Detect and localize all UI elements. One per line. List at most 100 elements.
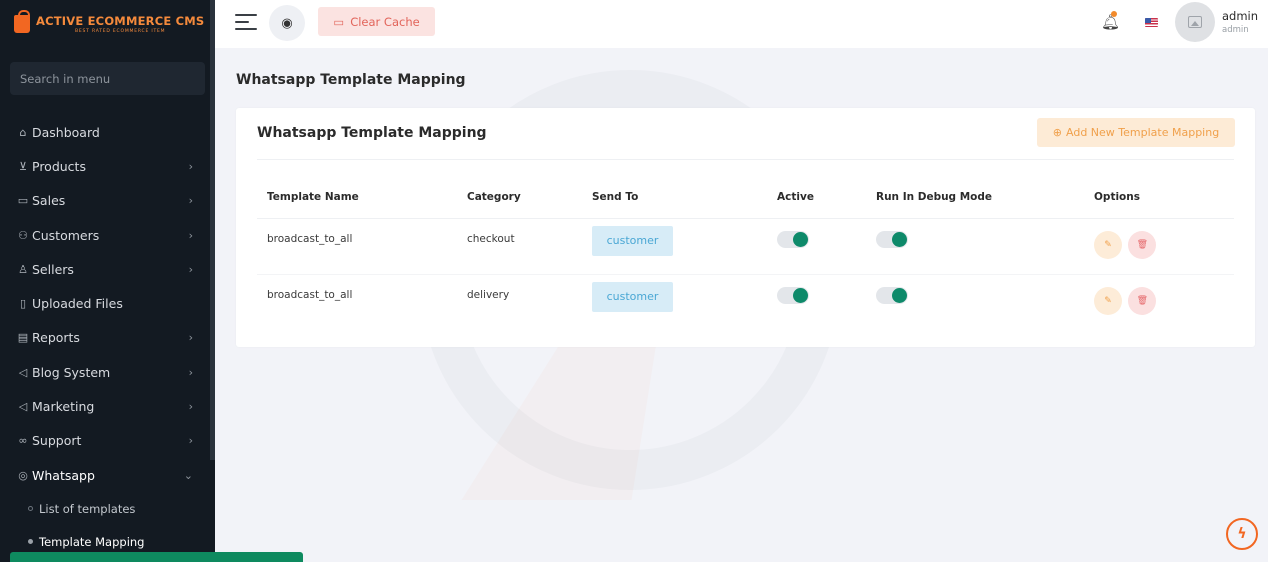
column-header-options: Options [1084, 176, 1234, 219]
debug-mode-toggle[interactable] [876, 286, 908, 304]
column-header-template-name[interactable]: Template Name [257, 176, 457, 219]
clear-cache-button[interactable]: ▭ Clear Cache [318, 7, 435, 36]
sidebar: ACTIVE ECOMMERCE CMS BEST RATED ECOMMERC… [0, 0, 215, 562]
trash-icon[interactable]: 🗑︎ [1128, 230, 1157, 259]
menu-search [10, 62, 205, 95]
clear-cache-label: Clear Cache [350, 14, 420, 29]
cell-category: checkout [457, 218, 582, 275]
chevron-right-icon: › [188, 400, 193, 414]
sidebar-item-support[interactable]: ∞ Support › [0, 424, 215, 458]
table-header-row: Template Name Category Send To Active Ru… [257, 176, 1234, 219]
edit-icon[interactable]: ✎ [1094, 286, 1122, 315]
chevron-right-icon: › [188, 365, 193, 379]
divider [257, 159, 1234, 160]
sidebar-bottom-bar [10, 552, 303, 562]
sidebar-scrollbar[interactable] [210, 0, 215, 460]
whatsapp-icon: ◎ [18, 468, 28, 482]
column-header-active[interactable]: Active [767, 176, 866, 219]
laptop-icon: ▭ [333, 14, 345, 29]
sidebar-item-sales[interactable]: ▭ Sales › [0, 184, 215, 218]
add-template-mapping-button[interactable]: ⊕ Add New Template Mapping [1037, 118, 1235, 147]
bullet-icon [28, 539, 33, 545]
sidebar-item-label: Products [32, 158, 86, 174]
chevron-right-icon: › [188, 159, 193, 173]
cell-active [767, 274, 866, 330]
money-icon: ▭ [17, 194, 29, 208]
sidebar-item-label: Blog System [32, 364, 111, 380]
active-toggle[interactable] [777, 230, 809, 248]
menu-toggle-icon[interactable] [235, 14, 257, 32]
brand[interactable]: ACTIVE ECOMMERCE CMS BEST RATED ECOMMERC… [0, 0, 215, 48]
sidebar-item-label: Uploaded Files [32, 296, 123, 312]
cell-active [767, 218, 866, 275]
active-toggle[interactable] [777, 286, 809, 304]
cell-template-name: broadcast_to_all [267, 288, 353, 301]
debug-mode-toggle[interactable] [876, 230, 908, 248]
add-button-label: Add New Template Mapping [1066, 126, 1220, 139]
sidebar-item-label: Reports [32, 330, 80, 346]
home-icon: ⌂ [19, 125, 27, 139]
sidebar-item-label: Customers [32, 227, 100, 243]
edit-icon[interactable]: ✎ [1094, 230, 1122, 259]
menu-search-input[interactable] [20, 71, 205, 86]
users-icon: ⚇ [18, 228, 28, 242]
notification-dot [1111, 11, 1117, 17]
column-header-category[interactable]: Category [457, 176, 582, 219]
sidebar-item-label: Marketing [32, 399, 95, 415]
column-header-debug-mode[interactable]: Run In Debug Mode [866, 176, 1084, 219]
brand-text: ACTIVE ECOMMERCE CMS BEST RATED ECOMMERC… [36, 14, 204, 34]
table-row: broadcast_to_all delivery customer ✎ 🗑︎ [257, 274, 1234, 330]
template-mapping-table: Template Name Category Send To Active Ru… [257, 176, 1234, 330]
cell-category: delivery [467, 288, 510, 301]
sidebar-item-customers[interactable]: ⚇ Customers › [0, 218, 215, 252]
user-name: admin [1222, 9, 1259, 23]
column-header-send-to[interactable]: Send To [582, 176, 767, 219]
sidebar-item-sellers[interactable]: ♙ Sellers › [0, 252, 215, 286]
brand-name: ACTIVE ECOMMERCE CMS [36, 14, 205, 28]
link-icon: ∞ [18, 434, 28, 448]
avatar[interactable] [1175, 2, 1215, 42]
sidebar-item-whatsapp[interactable]: ◎ Whatsapp ⌄ [0, 458, 215, 492]
globe-icon[interactable]: ◉ [269, 5, 305, 41]
sidebar-subitem-list-of-templates[interactable]: List of templates [0, 492, 215, 525]
megaphone-icon: ◁ [18, 400, 28, 414]
brand-tagline: BEST RATED ECOMMERCE ITEM [74, 29, 166, 34]
chevron-right-icon: › [188, 194, 193, 208]
chevron-right-icon: › [188, 262, 193, 276]
us-flag-icon[interactable] [1145, 18, 1158, 27]
sidebar-item-reports[interactable]: ▤ Reports › [0, 321, 215, 355]
sidebar-item-label: Sales [32, 193, 66, 209]
report-icon: ▤ [17, 331, 29, 345]
template-mapping-card: Whatsapp Template Mapping ⊕ Add New Temp… [236, 108, 1255, 347]
chevron-right-icon: › [188, 331, 193, 345]
cell-send-to: customer [582, 218, 767, 275]
megaphone-icon: ◁ [18, 365, 28, 379]
chevron-right-icon: › [188, 228, 193, 242]
cell-options: ✎ 🗑︎ [1084, 274, 1234, 330]
sidebar-subitem-label: List of templates [39, 501, 136, 516]
sidebar-menu: ⌂ Dashboard ⊻ Products › ▭ Sales › ⚇ Cus… [0, 115, 215, 558]
sidebar-item-dashboard[interactable]: ⌂ Dashboard [0, 115, 215, 149]
cell-debug [866, 218, 1084, 275]
send-to-badge: customer [592, 225, 673, 256]
sidebar-item-label: Whatsapp [32, 467, 95, 483]
chevron-right-icon: › [188, 434, 193, 448]
page-title: Whatsapp Template Mapping [236, 72, 466, 88]
sidebar-subitem-label: Template Mapping [39, 534, 145, 549]
cell-template-name: broadcast_to_all [257, 218, 457, 275]
user-info[interactable]: admin admin [1222, 9, 1258, 35]
sidebar-item-marketing[interactable]: ◁ Marketing › [0, 389, 215, 423]
cell-send-to: customer [582, 274, 767, 330]
bullet-icon [28, 506, 33, 512]
sidebar-item-products[interactable]: ⊻ Products › [0, 149, 215, 183]
sidebar-item-uploaded-files[interactable]: ▯ Uploaded Files [0, 286, 215, 320]
cell-debug [866, 274, 1084, 330]
top-header: ◉ ▭ Clear Cache 🔔︎ admin admin [215, 0, 1268, 48]
sidebar-item-label: Sellers [32, 261, 74, 277]
trash-icon[interactable]: 🗑︎ [1128, 286, 1157, 315]
user-icon: ♙ [18, 262, 28, 276]
cart-icon: ⊻ [18, 159, 28, 173]
sidebar-item-blog-system[interactable]: ◁ Blog System › [0, 355, 215, 389]
sidebar-item-label: Support [32, 433, 82, 449]
table-row: broadcast_to_all checkout customer ✎ 🗑︎ [257, 218, 1234, 275]
